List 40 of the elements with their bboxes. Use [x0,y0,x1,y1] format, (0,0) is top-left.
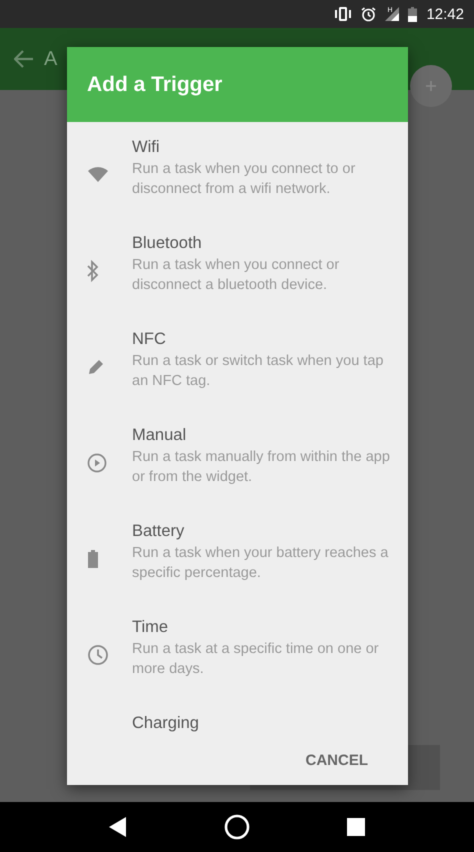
trigger-option[interactable]: Time Run a task at a specific time on one or more days. [67,602,408,698]
overview-icon[interactable] [347,818,366,836]
trigger-description: Run a task manually from within the app or from the widget. [132,448,391,487]
battery-icon [87,549,99,569]
clock-time: 12:42 [426,6,464,22]
battery-icon [408,6,418,22]
play-circle-icon [87,453,107,473]
back-arrow-icon[interactable] [14,50,34,68]
trigger-title: Charging [132,713,199,734]
trigger-option[interactable]: Manual Run a task manually from within the app or from the widget. [67,410,408,506]
app-bar-title: A [44,48,58,70]
trigger-description: Run a task when you connect to or disconnect from a wifi network. [132,160,356,199]
vibrate-icon [334,7,352,21]
wifi-icon [87,167,109,183]
trigger-title: Manual [132,425,186,446]
trigger-option[interactable]: Battery Run a task when your battery reaches a specific percentage. [67,506,408,602]
trigger-option[interactable]: Charging [67,698,408,736]
trigger-option[interactable]: NFC Run a task or switch task when you tap an NFC tag. [67,314,408,410]
cancel-button[interactable]: CANCEL [294,744,380,777]
add-fab[interactable] [410,65,452,107]
trigger-title: Time [132,617,168,638]
trigger-option[interactable]: Wifi Run a task when you connect to or disconnect from a wifi network. [67,122,408,218]
trigger-option[interactable]: Bluetooth Run a task when you connect or disconnect a bluetooth device. [67,218,408,314]
trigger-title: Bluetooth [132,233,202,254]
trigger-description: Run a task at a specific time on one or more days. [132,640,380,679]
dialog-title: Add a Trigger [87,72,222,96]
signal-icon [385,7,400,21]
trigger-title: NFC [132,329,166,350]
alarm-icon [361,6,376,22]
pencil-icon [87,358,105,376]
trigger-description: Run a task when your battery reaches a specific percentage. [132,544,390,583]
trigger-description: Run a task when you connect or disconnect a bluetooth device. [132,256,340,295]
bluetooth-icon [87,260,99,282]
trigger-title: Battery [132,521,184,542]
plus-icon [426,81,436,91]
trigger-description: Run a task or switch task when you tap an NFC tag. [132,352,384,391]
home-icon[interactable] [224,814,250,840]
clock-icon [87,644,109,666]
back-icon[interactable] [108,817,127,837]
trigger-title: Wifi [132,137,160,158]
